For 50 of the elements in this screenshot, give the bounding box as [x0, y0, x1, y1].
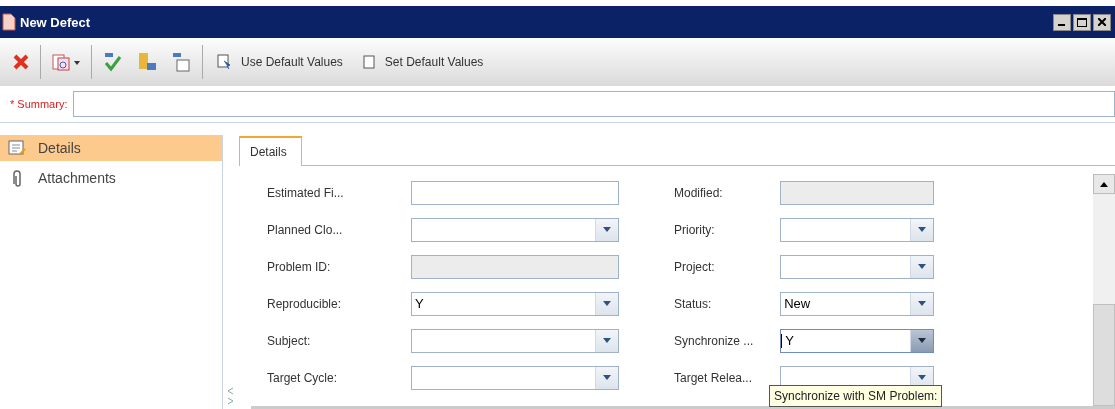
text-field[interactable] — [411, 180, 619, 205]
form-icon — [8, 140, 26, 156]
dropdown-button[interactable] — [595, 366, 618, 389]
tab[interactable]: Details — [239, 136, 302, 166]
field-label: Estimated Fi... — [267, 185, 345, 200]
dropdown-field[interactable] — [411, 365, 619, 390]
close-button[interactable] — [1093, 13, 1111, 31]
close-icon — [1098, 18, 1106, 26]
dropdown-field[interactable]: New — [780, 291, 934, 316]
scrollbar[interactable] — [1093, 174, 1115, 405]
dropdown-button[interactable] — [595, 218, 618, 241]
field-label: Planned Clo... — [267, 222, 344, 237]
dropdown-field[interactable] — [780, 254, 934, 279]
minimize-button[interactable] — [1053, 13, 1071, 31]
set-default-values-button[interactable]: Set Default Values — [356, 53, 490, 71]
sidebar-item[interactable]: Details — [0, 135, 222, 161]
cursor-page-icon — [217, 54, 231, 70]
summary-field[interactable] — [73, 91, 1115, 117]
dropdown-field[interactable]: Y — [411, 291, 619, 316]
dropdown-field[interactable] — [411, 328, 619, 353]
dropdown-button[interactable] — [910, 218, 933, 241]
summary-label: * Summary: — [10, 98, 68, 110]
up-arrow-icon — [1100, 181, 1108, 187]
field-label: Target Cycle: — [267, 370, 339, 385]
dropdown-field[interactable] — [780, 217, 934, 242]
maximize-icon — [1077, 17, 1087, 27]
field-label: Project: — [674, 259, 716, 274]
sidebar-item[interactable]: Attachments — [0, 165, 222, 191]
field-label: Modified: — [674, 185, 724, 200]
page-icon — [362, 55, 375, 69]
use-default-values-button[interactable]: Use Default Values — [211, 52, 349, 72]
collapse-handle[interactable] — [226, 387, 234, 405]
dropdown-button[interactable] — [595, 292, 618, 315]
field-label: Target Relea... — [674, 370, 754, 385]
document-icon — [2, 13, 16, 31]
dropdown-button[interactable] — [595, 329, 618, 352]
dropdown-button[interactable] — [910, 292, 933, 315]
field-label: Priority: — [674, 222, 716, 237]
maximize-button[interactable] — [1073, 13, 1091, 31]
field-label: Reproducible: — [267, 296, 343, 311]
field-label: Problem ID: — [267, 259, 332, 274]
dropdown-field[interactable]: Y — [780, 328, 934, 353]
field-label: Status: — [674, 296, 713, 311]
dropdown-button[interactable] — [910, 329, 933, 352]
dropdown-button[interactable] — [910, 255, 933, 278]
field-label: Synchronize ... — [674, 333, 755, 348]
window-title: New Defect — [20, 14, 92, 30]
tooltip: Synchronize with SM Problem: — [769, 385, 943, 407]
dropdown-field[interactable] — [411, 217, 619, 242]
field-label: Subject: — [267, 333, 312, 348]
